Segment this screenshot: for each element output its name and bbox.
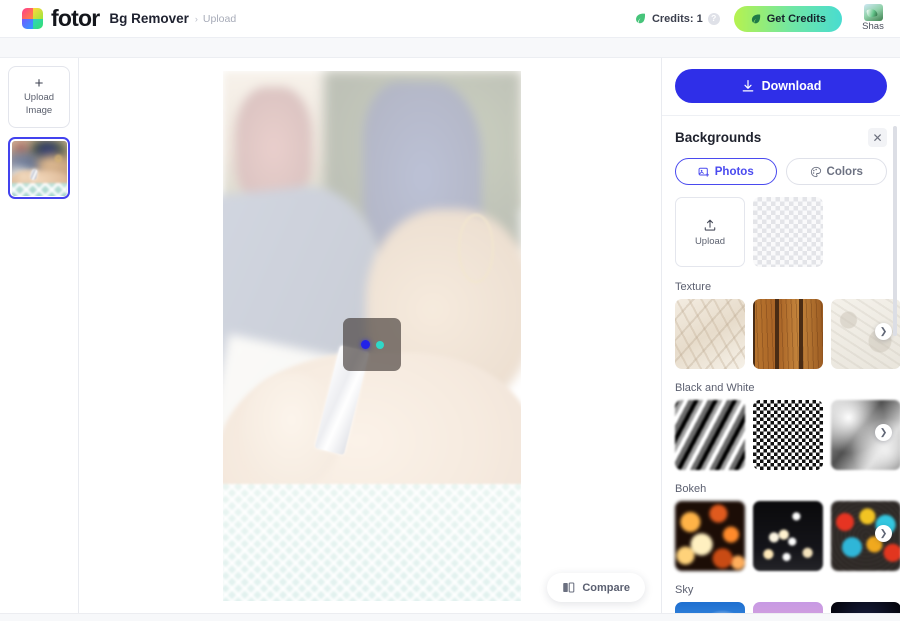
background-category: Texture ❯ xyxy=(675,281,900,369)
image-rail: + Upload Image xyxy=(0,58,79,621)
category-label: Sky xyxy=(675,584,694,596)
crumpled-beige-texture[interactable] xyxy=(675,299,745,369)
photo-add-icon xyxy=(698,167,709,177)
transparent-background-tile[interactable] xyxy=(753,197,823,267)
chevron-right-icon[interactable]: ❯ xyxy=(875,323,892,340)
avatar xyxy=(863,4,883,21)
get-credits-button[interactable]: Get Credits xyxy=(733,5,842,32)
panel-title: Backgrounds xyxy=(675,130,762,145)
user-menu[interactable]: Shas xyxy=(856,4,890,33)
processing-dots xyxy=(343,318,401,371)
background-type-tabs: Photos Colors xyxy=(675,158,900,185)
canvas-image-stage[interactable] xyxy=(223,71,521,601)
tab-colors-label: Colors xyxy=(826,165,863,178)
panel-scrollbar[interactable] xyxy=(893,126,897,336)
night-heart-bokeh[interactable] xyxy=(753,501,823,571)
backgrounds-panel: Download Backgrounds ✕ Photos Colors Upl… xyxy=(661,58,900,621)
thumbnail-image xyxy=(11,140,67,196)
warm-orange-bokeh[interactable] xyxy=(675,501,745,571)
upload-arrow-icon xyxy=(704,219,716,231)
upload-background-label: Upload xyxy=(694,235,726,247)
brand-area[interactable]: fotor xyxy=(22,5,100,31)
bottom-strip xyxy=(0,613,900,621)
leaf-icon xyxy=(635,13,645,24)
category-thumbnail-row xyxy=(675,501,900,571)
liquid-marble-swirl[interactable] xyxy=(675,400,745,470)
avatar-name: Shas xyxy=(862,21,884,32)
tab-photos-label: Photos xyxy=(714,165,754,178)
breadcrumb-upload[interactable]: Upload xyxy=(203,13,236,25)
close-icon[interactable]: ✕ xyxy=(868,128,887,147)
background-category: Bokeh ❯ xyxy=(675,483,900,571)
upload-label-line1: Upload xyxy=(23,92,55,103)
get-credits-label: Get Credits xyxy=(766,12,826,25)
credits-label: Credits: 1 xyxy=(651,12,703,25)
background-category: Black and White ❯ xyxy=(675,382,900,470)
base-background-options: Upload xyxy=(675,197,900,267)
backgrounds-scroll-area[interactable]: Backgrounds ✕ Photos Colors Upload Textu… xyxy=(662,116,900,621)
upload-image-button[interactable]: + Upload Image xyxy=(8,66,70,128)
download-label: Download xyxy=(761,79,822,93)
panel-header: Backgrounds ✕ xyxy=(675,116,900,147)
wood-planks-texture[interactable] xyxy=(753,299,823,369)
breadcrumb-separator: › xyxy=(194,13,198,24)
category-label: Bokeh xyxy=(675,483,707,495)
upload-background-tile[interactable]: Upload xyxy=(675,197,745,267)
compare-button[interactable]: Compare xyxy=(547,573,645,602)
upload-label-line2: Image xyxy=(25,105,53,116)
image-thumbnail-selected[interactable] xyxy=(8,137,70,199)
logo-text: fotor xyxy=(51,5,100,31)
leaf-icon xyxy=(751,14,760,23)
header-actions: Credits: 1 ? Get Credits Shas xyxy=(634,4,890,33)
download-button[interactable]: Download xyxy=(675,69,887,103)
category-label: Texture xyxy=(675,281,712,293)
loading-dot-blue xyxy=(360,340,370,349)
background-categories: Texture❯Black and White❯Bokeh❯Sky❯ xyxy=(675,281,900,621)
category-label: Black and White xyxy=(675,382,755,394)
palette-icon xyxy=(810,166,821,177)
chevron-right-icon[interactable]: ❯ xyxy=(875,424,892,441)
checkered-optical-pattern[interactable] xyxy=(753,400,823,470)
category-thumbnail-row xyxy=(675,400,900,470)
fotor-bg-remover-app: fotor Bg Remover › Upload Credits: 1 ? G… xyxy=(0,0,900,621)
category-thumbnail-row xyxy=(675,299,900,369)
app-body: + Upload Image Compare Download Backgrou… xyxy=(0,58,900,621)
compare-label: Compare xyxy=(582,581,630,594)
plus-icon: + xyxy=(34,75,44,92)
sub-header-strip xyxy=(0,38,900,58)
question-mark-icon[interactable]: ? xyxy=(707,12,720,25)
loading-dot-teal xyxy=(375,340,384,349)
download-section: Download xyxy=(662,58,900,116)
tab-colors[interactable]: Colors xyxy=(785,158,887,185)
tab-photos[interactable]: Photos xyxy=(675,158,777,185)
download-icon xyxy=(742,79,753,92)
credits-indicator[interactable]: Credits: 1 ? xyxy=(634,12,720,25)
app-header: fotor Bg Remover › Upload Credits: 1 ? G… xyxy=(0,0,900,37)
chevron-right-icon[interactable]: ❯ xyxy=(875,525,892,542)
editor-canvas: Compare xyxy=(79,58,661,621)
page-title: Bg Remover xyxy=(109,11,189,26)
fotor-logo-icon xyxy=(22,8,43,29)
compare-split-icon xyxy=(563,582,575,593)
